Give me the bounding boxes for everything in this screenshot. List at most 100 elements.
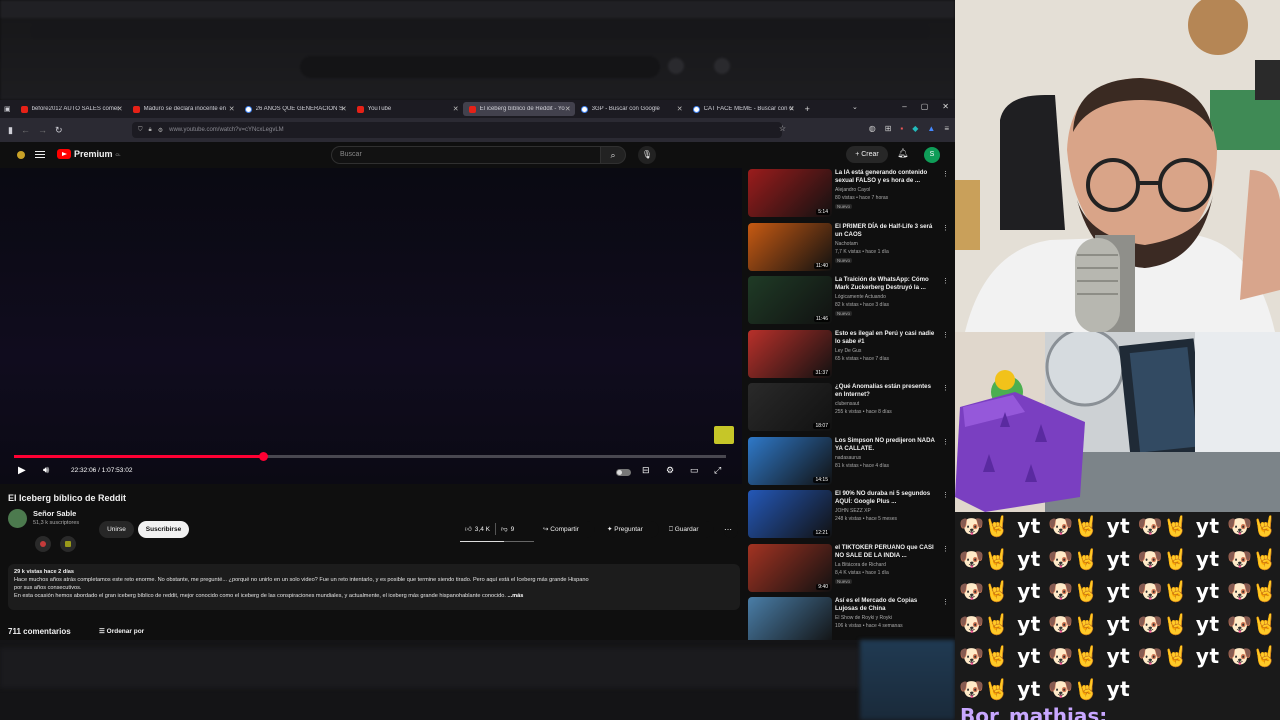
subtitles-icon[interactable]: ⊟ — [642, 465, 650, 476]
close-tab-icon[interactable]: ✕ — [565, 105, 571, 113]
rec-channel[interactable]: Nachotam — [835, 241, 858, 247]
close-tab-icon[interactable]: ✕ — [677, 105, 683, 113]
rec-title[interactable]: La IA está generando contenido sexual FA… — [835, 169, 939, 185]
rec-channel[interactable]: clubensaut — [835, 401, 859, 407]
browser-tab[interactable]: before2012 AUTO SALES comer ✕ — [15, 102, 127, 116]
rec-title[interactable]: La Traición de WhatsApp: Cómo Mark Zucke… — [835, 276, 939, 292]
video-thumbnail[interactable]: 11:46 — [748, 276, 832, 324]
member-badge-icon-2[interactable] — [60, 536, 76, 552]
rec-title[interactable]: ¿Qué Anomalías están presentes en Intern… — [835, 383, 939, 399]
member-badge-icon[interactable] — [35, 536, 51, 552]
create-button[interactable]: + Crear — [846, 146, 888, 163]
video-thumbnail[interactable]: 31:37 — [748, 329, 832, 378]
rec-title[interactable]: Esto es ilegal en Perú y casi nadie lo s… — [835, 330, 939, 346]
menu-icon[interactable]: ≡ — [944, 124, 949, 133]
progress-bar[interactable] — [14, 452, 726, 461]
sidebar-toggle-icon[interactable]: ▣ — [4, 105, 11, 113]
rec-channel[interactable]: Ley De Gus — [835, 348, 861, 354]
shield-icon[interactable]: ⛉ — [138, 127, 143, 134]
join-button[interactable]: Unirse — [99, 521, 134, 538]
addon-icon-teal[interactable]: ◆ — [912, 124, 918, 133]
youtube-logo[interactable]: Premium CL — [57, 149, 121, 159]
more-options-icon[interactable]: ⋮ — [942, 224, 949, 232]
video-thumbnail[interactable]: 11:40 — [748, 222, 832, 271]
recommendation-item[interactable]: 11:40 El PRIMER DÍA de Half-Life 3 será u… — [746, 222, 951, 276]
more-options-icon[interactable]: ⋮ — [942, 277, 949, 285]
show-more-link[interactable]: ...más — [508, 593, 524, 599]
close-window-button[interactable]: ✕ — [942, 102, 949, 111]
url-text[interactable]: www.youtube.com/watch?v=cYNcxLegvLM — [169, 127, 284, 133]
new-tab-button[interactable]: + — [805, 104, 810, 114]
share-button[interactable]: ↪ Compartir — [543, 521, 595, 538]
recommendation-item[interactable]: 18:07 ¿Qué Anomalías están presentes en I… — [746, 382, 951, 436]
rec-title[interactable]: Así es el Mercado de Copias Lujosas de C… — [835, 597, 939, 613]
notifications-bell-icon[interactable]: 🔔︎ — [897, 148, 908, 159]
rec-title[interactable]: El PRIMER DÍA de Half-Life 3 será un CAO… — [835, 223, 939, 239]
forward-button[interactable]: → — [38, 125, 47, 135]
close-tab-icon[interactable]: ✕ — [453, 105, 459, 113]
lock-icon[interactable]: 🔒︎ — [149, 127, 152, 134]
recommendation-item[interactable]: 9:40 el TIKTOKER PERUANO que CASI NO SALE… — [746, 543, 951, 597]
recommendation-item[interactable]: 12:21 El 90% NO duraba ni 5 segundos AQUÍ… — [746, 489, 951, 543]
save-button[interactable]: ⎕ Guardar — [669, 521, 714, 538]
channel-watermark[interactable] — [714, 426, 734, 444]
more-options-icon[interactable]: ⋮ — [942, 491, 949, 499]
browser-tab[interactable]: YouTube ✕ — [351, 102, 463, 116]
rec-channel[interactable]: nadasaurus — [835, 455, 861, 461]
rec-channel[interactable]: Lógicamente Actuando — [835, 294, 886, 300]
rec-channel[interactable]: JOHN SEZZ XP — [835, 508, 871, 514]
sort-comments-button[interactable]: ☰ Ordenar por — [99, 627, 144, 635]
voice-search-button[interactable]: 🎙︎ — [638, 146, 656, 164]
channel-avatar[interactable] — [8, 509, 27, 528]
maximize-button[interactable]: ▢ — [921, 102, 929, 111]
more-options-icon[interactable]: ⋮ — [942, 384, 949, 392]
browser-tab[interactable]: CAT FACE MEME - Buscar con G ✕ — [687, 102, 799, 116]
browser-tab[interactable]: El iceberg bíblico de Reddit - Yo ✕ — [462, 102, 575, 116]
bookmark-star-icon[interactable]: ☆ — [779, 124, 786, 133]
play-icon[interactable]: ▶ — [18, 465, 26, 476]
sidebar-icon[interactable]: ▮ — [8, 125, 13, 136]
fullscreen-icon[interactable]: ⤢ — [714, 465, 721, 476]
browser-tab[interactable]: Maduro se declara inocente en ✕ — [127, 102, 239, 116]
close-tab-icon[interactable]: ✕ — [229, 105, 235, 113]
rec-title[interactable]: Los Simpson NO predijeron NADA YA CALLAT… — [835, 437, 939, 453]
search-input[interactable]: Buscar — [331, 146, 601, 164]
extensions-icon[interactable]: ⊞ — [885, 124, 892, 133]
more-actions-button[interactable]: ⋯ — [724, 521, 738, 538]
video-thumbnail[interactable]: 18:07 — [748, 383, 832, 431]
address-bar[interactable]: ⛉ 🔒︎ ⚙︎ www.youtube.com/watch?v=cYNcxLeg… — [132, 122, 786, 138]
rec-channel[interactable]: El Show de Royki y Royki — [835, 615, 892, 621]
scrubber-handle[interactable] — [258, 452, 268, 461]
account-avatar[interactable]: S — [924, 147, 940, 163]
extension-dot-icon[interactable] — [17, 151, 25, 159]
addon-icon-red[interactable]: ▪ — [900, 124, 903, 133]
tab-list-chevron-icon[interactable]: ⌄ — [852, 103, 858, 111]
subscribe-button[interactable]: Suscribirse — [138, 521, 189, 538]
video-thumbnail[interactable] — [748, 597, 832, 640]
more-options-icon[interactable]: ⋮ — [942, 598, 949, 606]
video-player[interactable]: ▶ 🔊︎ 22:32:06 / 1:07:53:02 ⊟ ⚙ ▭ ⤢ — [0, 168, 742, 484]
rec-title[interactable]: El 90% NO duraba ni 5 segundos AQUÍ: Goo… — [835, 490, 939, 506]
more-options-icon[interactable]: ⋮ — [942, 545, 949, 553]
more-options-icon[interactable]: ⋮ — [942, 170, 949, 178]
pocket-icon[interactable]: ◍ — [869, 124, 876, 133]
reload-button[interactable]: ↻ — [55, 125, 63, 136]
rec-channel[interactable]: Alejandro Cayol — [835, 187, 870, 193]
theater-mode-icon[interactable]: ▭ — [690, 465, 699, 476]
more-options-icon[interactable]: ⋮ — [942, 438, 949, 446]
browser-tab[interactable]: 3GP - Buscar con Google ✕ — [575, 102, 687, 116]
close-tab-icon[interactable]: ✕ — [341, 105, 347, 113]
volume-icon[interactable]: 🔊︎ — [43, 465, 49, 476]
video-thumbnail[interactable]: 12:21 — [748, 490, 832, 538]
autoplay-toggle[interactable] — [616, 469, 631, 476]
recommendation-item[interactable]: Así es el Mercado de Copias Lujosas de C… — [746, 596, 951, 640]
recommendation-item[interactable]: 14:15 Los Simpson NO predijeron NADA YA C… — [746, 436, 951, 490]
settings-gear-icon[interactable]: ⚙ — [666, 465, 674, 476]
search-button[interactable]: ⌕ — [600, 146, 626, 164]
video-thumbnail[interactable]: 9:40 — [748, 543, 832, 592]
channel-name[interactable]: Señor Sable — [33, 509, 76, 518]
dislike-button[interactable]: 👎︎ 9 — [501, 521, 514, 538]
more-options-icon[interactable]: ⋮ — [942, 331, 949, 339]
description-box[interactable]: 29 k vistas hace 2 días Hace muchos años… — [8, 564, 740, 610]
permissions-icon[interactable]: ⚙︎ — [158, 127, 163, 134]
